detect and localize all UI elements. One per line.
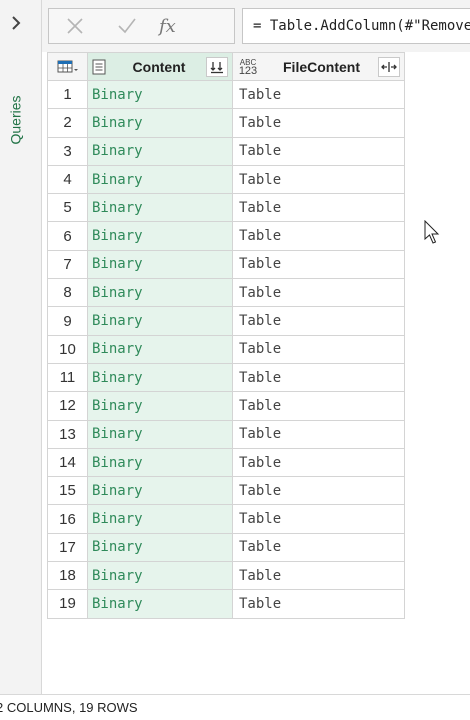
row-number[interactable]: 14 <box>47 447 88 478</box>
table-row[interactable]: 7 Binary Table <box>47 249 405 280</box>
content-cell[interactable]: Binary <box>87 362 233 393</box>
row-number[interactable]: 17 <box>47 532 88 563</box>
column-header-content[interactable]: Content <box>87 52 233 81</box>
table-row[interactable]: 10 Binary Table <box>47 334 405 364</box>
type-any-icon: ABC 123 <box>238 57 258 77</box>
chevron-right-icon[interactable] <box>6 12 26 34</box>
filecontent-cell[interactable]: Table <box>232 278 405 308</box>
content-cell[interactable]: Binary <box>87 249 233 280</box>
table-row[interactable]: 3 Binary Table <box>47 136 405 166</box>
table-row[interactable]: 19 Binary Table <box>47 589 405 619</box>
row-number[interactable]: 18 <box>47 561 88 591</box>
filecontent-cell[interactable]: Table <box>232 589 405 619</box>
table-row[interactable]: 4 Binary Table <box>47 164 405 195</box>
filecontent-cell[interactable]: Table <box>232 79 405 110</box>
table-row[interactable]: 5 Binary Table <box>47 193 405 223</box>
content-cell[interactable]: Binary <box>87 589 233 619</box>
expand-down-icon[interactable] <box>206 56 228 77</box>
content-cell[interactable]: Binary <box>87 108 233 138</box>
mouse-pointer-icon <box>424 220 440 244</box>
table-row[interactable]: 1 Binary Table <box>47 79 405 110</box>
column-header-label: FileContent <box>283 58 360 75</box>
row-number[interactable]: 3 <box>47 136 88 166</box>
table-row[interactable]: 6 Binary Table <box>47 221 405 251</box>
filecontent-cell[interactable]: Table <box>232 334 405 364</box>
row-number[interactable]: 1 <box>47 79 88 110</box>
table-row[interactable]: 8 Binary Table <box>47 278 405 308</box>
table-row[interactable]: 18 Binary Table <box>47 561 405 591</box>
formula-input[interactable]: = Table.AddColumn(#"Removed Other Column… <box>242 8 470 44</box>
content-cell[interactable]: Binary <box>87 136 233 166</box>
content-cell[interactable]: Binary <box>87 334 233 364</box>
table-row[interactable]: 2 Binary Table <box>47 108 405 138</box>
row-number[interactable]: 8 <box>47 278 88 308</box>
row-number[interactable]: 19 <box>47 589 88 619</box>
content-cell[interactable]: Binary <box>87 532 233 563</box>
row-number[interactable]: 5 <box>47 193 88 223</box>
data-grid: Content ABC 123 FileContent 1 Binary Tab… <box>47 52 405 619</box>
table-row[interactable]: 14 Binary Table <box>47 447 405 478</box>
column-header-filecontent[interactable]: ABC 123 FileContent <box>232 52 405 81</box>
row-number[interactable]: 6 <box>47 221 88 251</box>
table-row[interactable]: 13 Binary Table <box>47 419 405 449</box>
column-header-label: Content <box>132 58 186 75</box>
filecontent-cell[interactable]: Table <box>232 164 405 195</box>
table-row[interactable]: 16 Binary Table <box>47 504 405 534</box>
row-number[interactable]: 2 <box>47 108 88 138</box>
filecontent-cell[interactable]: Table <box>232 193 405 223</box>
content-cell[interactable]: Binary <box>87 278 233 308</box>
filecontent-cell[interactable]: Table <box>232 391 405 421</box>
row-number[interactable]: 12 <box>47 391 88 421</box>
row-number[interactable]: 13 <box>47 419 88 449</box>
fx-icon[interactable]: fx <box>159 16 176 37</box>
row-number[interactable]: 11 <box>47 362 88 393</box>
filecontent-cell[interactable]: Table <box>232 136 405 166</box>
filecontent-cell[interactable]: Table <box>232 476 405 506</box>
content-cell[interactable]: Binary <box>87 221 233 251</box>
content-cell[interactable]: Binary <box>87 164 233 195</box>
table-row[interactable]: 11 Binary Table <box>47 362 405 393</box>
row-number[interactable]: 15 <box>47 476 88 506</box>
content-cell[interactable]: Binary <box>87 306 233 336</box>
table-menu-button[interactable] <box>47 52 88 81</box>
queries-pane-label[interactable]: Queries <box>2 80 30 160</box>
filecontent-cell[interactable]: Table <box>232 532 405 563</box>
content-cell[interactable]: Binary <box>87 79 233 110</box>
expand-columns-icon[interactable] <box>378 56 400 77</box>
table-row[interactable]: 15 Binary Table <box>47 476 405 506</box>
table-row[interactable]: 9 Binary Table <box>47 306 405 336</box>
document-icon <box>92 59 106 74</box>
filecontent-cell[interactable]: Table <box>232 108 405 138</box>
row-number[interactable]: 10 <box>47 334 88 364</box>
row-number[interactable]: 7 <box>47 249 88 280</box>
status-bar: 2 COLUMNS, 19 ROWS <box>0 694 470 720</box>
content-cell[interactable]: Binary <box>87 391 233 421</box>
queries-pane: Queries <box>0 0 42 694</box>
filecontent-cell[interactable]: Table <box>232 447 405 478</box>
filecontent-cell[interactable]: Table <box>232 419 405 449</box>
row-number[interactable]: 4 <box>47 164 88 195</box>
content-cell[interactable]: Binary <box>87 561 233 591</box>
filecontent-cell[interactable]: Table <box>232 362 405 393</box>
content-cell[interactable]: Binary <box>87 419 233 449</box>
close-icon[interactable] <box>49 9 101 43</box>
formula-buttons: fx <box>48 8 235 44</box>
content-cell[interactable]: Binary <box>87 447 233 478</box>
content-cell[interactable]: Binary <box>87 504 233 534</box>
content-cell[interactable]: Binary <box>87 476 233 506</box>
row-number[interactable]: 16 <box>47 504 88 534</box>
filecontent-cell[interactable]: Table <box>232 221 405 251</box>
content-cell[interactable]: Binary <box>87 193 233 223</box>
filecontent-cell[interactable]: Table <box>232 306 405 336</box>
check-icon[interactable] <box>101 9 153 43</box>
filecontent-cell[interactable]: Table <box>232 561 405 591</box>
formula-bar: fx = Table.AddColumn(#"Removed Other Col… <box>42 0 470 52</box>
row-number[interactable]: 9 <box>47 306 88 336</box>
filecontent-cell[interactable]: Table <box>232 504 405 534</box>
table-row[interactable]: 12 Binary Table <box>47 391 405 421</box>
status-text: 2 COLUMNS, 19 ROWS <box>0 700 138 715</box>
table-row[interactable]: 17 Binary Table <box>47 532 405 563</box>
filecontent-cell[interactable]: Table <box>232 249 405 280</box>
table-icon <box>57 60 78 72</box>
